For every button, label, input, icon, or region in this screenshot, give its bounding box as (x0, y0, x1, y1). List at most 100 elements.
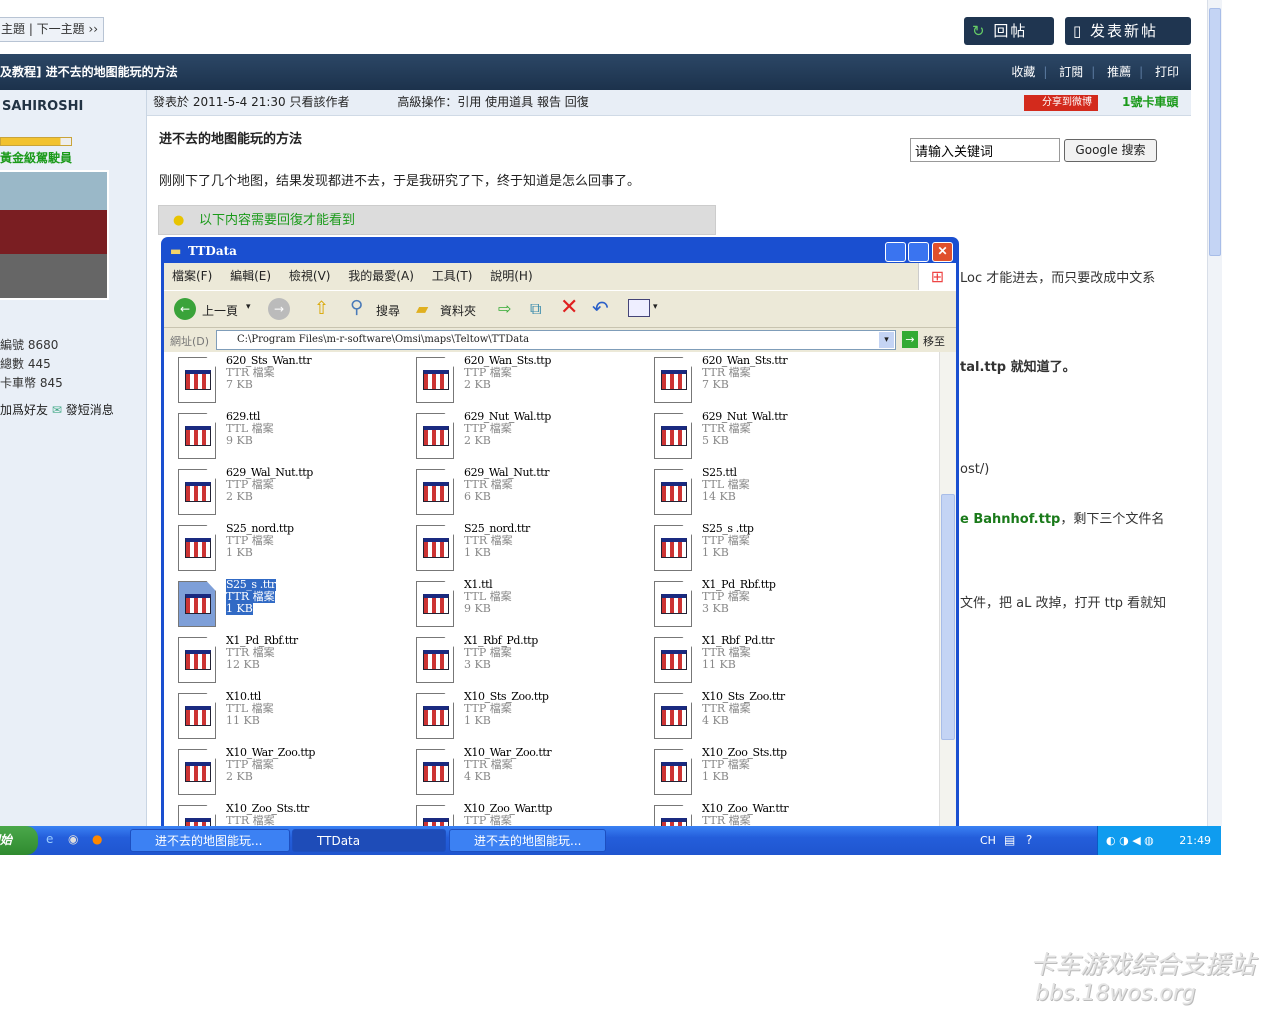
undo-icon[interactable]: ↶ (592, 296, 609, 320)
file-item[interactable]: 629_Wal_Nut.ttr TTR 檔案 6 KB (416, 467, 636, 521)
author-avatar (0, 170, 109, 300)
menu-help[interactable]: 說明(H) (490, 269, 532, 283)
new-thread-button[interactable]: ▯ 发表新帖 (1065, 17, 1191, 45)
file-item[interactable]: S25_nord.ttp TTP 檔案 1 KB (178, 523, 398, 577)
file-item[interactable]: S25_nord.ttr TTR 檔案 1 KB (416, 523, 636, 577)
address-dropdown-icon[interactable]: ▾ (879, 332, 894, 348)
menu-tools[interactable]: 工具(T) (432, 269, 473, 283)
task-label: 进不去的地图能玩... (474, 834, 582, 848)
file-icon (416, 357, 454, 403)
views-icon[interactable] (628, 299, 650, 317)
tray-icons[interactable]: ◐ ◑ ◀ ◍ (1106, 826, 1154, 855)
post-text-fragment: Loc 才能进去，而只要改成中文系 (960, 271, 1156, 286)
file-icon (654, 749, 692, 795)
scroll-thumb[interactable] (941, 494, 955, 740)
share-weibo-button[interactable]: 分享到微博 (1024, 95, 1098, 111)
file-item[interactable]: X10_Sts_Zoo.ttp TTP 檔案 1 KB (416, 691, 636, 745)
new-thread-label: 发表新帖 (1090, 22, 1159, 40)
file-item[interactable]: X1_Rbf_Pd.ttr TTR 檔案 11 KB (654, 635, 874, 689)
address-input[interactable]: C:\Program Files\m-r-software\Omsi\maps\… (216, 330, 896, 350)
google-search-button[interactable]: Google 搜索 (1064, 139, 1157, 162)
file-item[interactable]: X10_War_Zoo.ttr TTR 檔案 4 KB (416, 747, 636, 801)
file-size: 1 KB (702, 770, 729, 783)
quicklaunch-icon[interactable]: ◉ (68, 832, 78, 846)
minimize-button[interactable] (885, 242, 906, 262)
page-scrollbar[interactable] (1207, 0, 1222, 826)
file-item[interactable]: 620_Wan_Sts.ttr TTR 檔案 7 KB (654, 355, 874, 409)
views-dropdown-icon[interactable]: ▾ (653, 302, 658, 312)
file-item[interactable]: 629.ttl TTL 檔案 9 KB (178, 411, 398, 465)
file-item[interactable]: X1_Pd_Rbf.ttr TTR 檔案 12 KB (178, 635, 398, 689)
file-icon (178, 357, 216, 403)
stat-posts: 總數 445 (0, 357, 51, 371)
file-icon (178, 805, 216, 826)
action-favorite[interactable]: 收藏 (1011, 65, 1035, 79)
move-to-icon[interactable]: ⇨ (498, 299, 511, 318)
task-ttdata[interactable]: TTData (292, 829, 446, 852)
ie-icon[interactable]: e (46, 832, 53, 846)
file-item[interactable]: S25_s .ttp TTP 檔案 1 KB (654, 523, 874, 577)
file-item[interactable]: X10.ttl TTL 檔案 11 KB (178, 691, 398, 745)
scroll-thumb[interactable] (1209, 8, 1221, 256)
search-button[interactable]: 搜尋 (376, 302, 400, 319)
add-friend-link[interactable]: 加爲好友 (0, 403, 48, 417)
bulb-icon: ● (173, 213, 185, 228)
file-item[interactable]: 629_Nut_Wal.ttp TTP 檔案 2 KB (416, 411, 636, 465)
menu-file[interactable]: 檔案(F) (172, 269, 212, 283)
action-recommend[interactable]: 推薦 (1107, 65, 1131, 79)
file-icon (416, 413, 454, 459)
back-arrow-icon[interactable]: ← (174, 298, 196, 320)
up-folder-icon[interactable]: ⇧ (314, 298, 329, 319)
back-button[interactable]: 上一頁 (202, 302, 238, 319)
file-item[interactable]: X1.ttl TTL 檔案 9 KB (416, 579, 636, 633)
close-button[interactable]: ✕ (932, 242, 953, 262)
file-item[interactable]: X10_Zoo_War.ttp TTP 檔案 (416, 803, 636, 826)
start-button[interactable]: 開始 (0, 826, 38, 855)
maximize-button[interactable] (908, 242, 929, 262)
file-item[interactable]: X1_Rbf_Pd.ttp TTP 檔案 3 KB (416, 635, 636, 689)
firefox-icon[interactable]: ● (92, 832, 102, 846)
menu-view[interactable]: 檢視(V) (289, 269, 331, 283)
file-item[interactable]: X1_Pd_Rbf.ttp TTP 檔案 3 KB (654, 579, 874, 633)
post-meta-bar: 發表於 2011-5-4 21:30 只看該作者 高級操作：引用 使用道具 報告… (147, 90, 1191, 116)
go-arrow-icon[interactable]: → (902, 331, 918, 348)
file-item[interactable]: 620_Sts_Wan.ttr TTR 檔案 7 KB (178, 355, 398, 409)
file-item[interactable]: X10_War_Zoo.ttp TTP 檔案 2 KB (178, 747, 398, 801)
file-item[interactable]: X10_Zoo_War.ttr TTR 檔案 (654, 803, 874, 826)
file-icon (416, 581, 454, 627)
file-item[interactable]: 629_Wal_Nut.ttp TTP 檔案 2 KB (178, 467, 398, 521)
forward-arrow-icon[interactable]: → (268, 298, 290, 320)
task-label: TTData (317, 834, 361, 848)
menu-edit[interactable]: 編輯(E) (230, 269, 271, 283)
task-firefox-2[interactable]: 进不去的地图能玩... (449, 829, 606, 852)
help-icon[interactable]: ? (1026, 833, 1032, 847)
file-item[interactable]: 629_Nut_Wal.ttr TTR 檔案 5 KB (654, 411, 874, 465)
go-button[interactable]: 移至 (923, 333, 945, 349)
file-item[interactable]: X10_Zoo_Sts.ttr TTR 檔案 (178, 803, 398, 826)
file-item[interactable]: X10_Sts_Zoo.ttr TTR 檔案 4 KB (654, 691, 874, 745)
folders-button[interactable]: 資料夾 (440, 302, 476, 319)
back-dropdown-icon[interactable]: ▾ (246, 302, 251, 312)
file-item[interactable]: S25_s .ttr TTR 檔案 1 KB (178, 579, 398, 633)
copy-to-icon[interactable]: ⧉ (530, 299, 541, 319)
reply-button[interactable]: ↻ 回帖 (964, 17, 1054, 45)
window-titlebar[interactable]: ▬ TTData ✕ (164, 237, 956, 263)
author-name[interactable]: SAHIROSHI (2, 99, 83, 114)
delete-icon[interactable]: ✕ (560, 295, 578, 320)
language-indicator[interactable]: CH (980, 834, 996, 847)
menu-favorites[interactable]: 我的最愛(A) (348, 269, 414, 283)
search-input[interactable] (910, 138, 1060, 162)
post-text-fragment: e Bahnhof.ttp (960, 512, 1061, 527)
task-firefox-1[interactable]: 进不去的地图能玩... (130, 829, 290, 852)
file-item[interactable]: 620_Wan_Sts.ttp TTP 檔案 2 KB (416, 355, 636, 409)
file-list-scrollbar[interactable] (939, 352, 956, 826)
thread-nav[interactable]: 主題 | 下一主題 ›› (0, 17, 104, 42)
file-item[interactable]: S25.ttl TTL 檔案 14 KB (654, 467, 874, 521)
post-title: 进不去的地图能玩的方法 (159, 132, 303, 147)
action-subscribe[interactable]: 訂閱 (1059, 65, 1083, 79)
post-ops[interactable]: 高級操作：引用 使用道具 報告 回復 (397, 95, 588, 109)
action-print[interactable]: 打印 (1155, 65, 1179, 79)
file-item[interactable]: X10_Zoo_Sts.ttp TTP 檔案 1 KB (654, 747, 874, 801)
keyboard-icon[interactable]: ▤ (1004, 833, 1015, 847)
send-message-link[interactable]: 發短消息 (66, 403, 114, 417)
